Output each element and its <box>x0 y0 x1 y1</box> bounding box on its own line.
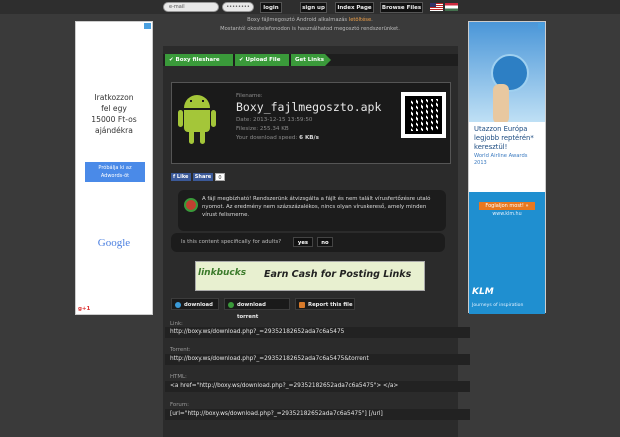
adult-content-question: Is this content specifically for adults?… <box>171 233 445 252</box>
left-ad[interactable]: Iratkozzon fel egy 15000 Ft-os ajándékra Pr… <box>75 21 153 315</box>
qr-code-icon <box>401 92 446 138</box>
ad-text: Iratkozzon fel egy 15000 Ft-os ajándékra <box>91 93 137 135</box>
login-button[interactable]: login <box>260 2 282 13</box>
download-torrent-button[interactable]: download torrent <box>224 298 290 320</box>
linkbucks-banner[interactable]: linkbucks Earn Cash for Posting Links <box>195 261 425 291</box>
html-value[interactable]: <a href="http://boxy.ws/download.php?_=2… <box>170 383 398 389</box>
forum-label: Forum: <box>170 402 189 408</box>
adult-question-text: Is this content specifically for adults? <box>181 239 282 245</box>
tab-get-links[interactable]: Get Links <box>291 54 331 66</box>
index-page-button[interactable]: Index Page <box>335 2 374 13</box>
notice-link[interactable]: letöltése <box>349 17 371 23</box>
torrent-label: Torrent: <box>170 347 191 353</box>
ad-globe-image <box>469 22 545 122</box>
filename: Boxy_fajlmegoszto.apk <box>236 100 382 114</box>
right-ad[interactable]: Utazzon Európa legjobb reptérén* keresztül… <box>468 21 546 314</box>
report-icon <box>299 302 305 308</box>
email-input[interactable]: e-mail <box>163 2 219 12</box>
share-count: 0 <box>215 173 225 181</box>
tab-upload-file[interactable]: ✔ Upload File <box>235 54 289 66</box>
us-flag-icon[interactable] <box>430 3 443 11</box>
adchoices-icon[interactable] <box>144 23 151 29</box>
adchoices-icon[interactable] <box>538 23 544 29</box>
signup-button[interactable]: sign up <box>300 2 327 13</box>
facebook-share-button[interactable]: Share <box>193 173 213 181</box>
hungarian-flag-icon[interactable] <box>445 3 458 11</box>
klm-tagline: Journeys of inspiration <box>472 303 524 308</box>
download-speed: 6 KB/s <box>299 135 319 141</box>
virus-scan-text: A fájl megbízható! Rendszerünk átvizsgál… <box>202 196 431 218</box>
klm-logo: KLM <box>472 287 494 297</box>
adult-yes-button[interactable]: yes <box>293 237 313 247</box>
klm-panel: Foglaljon most! » www.klm.hu KLM Journey… <box>469 192 545 314</box>
download-icon <box>175 302 181 308</box>
adwords-button[interactable]: Próbálja ki az Adwords-öt <box>85 162 145 182</box>
shield-check-icon <box>184 198 198 212</box>
book-now-button[interactable]: Foglaljon most! » <box>479 202 535 210</box>
virus-scan-notice: A fájl megbízható! Rendszerünk átvizsgál… <box>178 190 446 231</box>
password-input[interactable]: •••••••• <box>222 2 254 12</box>
html-label: HTML: <box>170 374 187 380</box>
link-value[interactable]: http://boxy.ws/download.php?_=2935218265… <box>170 329 344 335</box>
banner-text: Earn Cash for Posting Links <box>264 269 412 280</box>
forum-value[interactable]: [url="http://boxy.ws/download.php?_=2935… <box>170 411 383 417</box>
file-meta: Date: 2013-12-15 13:59:50 Filesize: 255.… <box>236 117 319 141</box>
report-file-button[interactable]: Report this file <box>295 298 355 310</box>
gplus-icon[interactable]: g+1 <box>78 306 90 312</box>
link-label: Link: <box>170 321 183 327</box>
torrent-icon <box>228 302 234 308</box>
app-notice: Boxy fájlmegosztó Android alkalmazás let… <box>247 17 373 23</box>
torrent-value[interactable]: http://boxy.ws/download.php?_=2935218265… <box>170 356 369 362</box>
filename-label: Filename: <box>236 93 263 99</box>
tab-boxy-fileshare[interactable]: ✔ Boxy fileshare <box>165 54 233 66</box>
app-notice-line2: Mostantól okostelefonodon is használhato… <box>220 26 400 32</box>
klm-url[interactable]: www.klm.hu <box>469 212 545 217</box>
google-logo: Google <box>97 237 131 249</box>
download-button[interactable]: download <box>171 298 219 310</box>
linkbucks-logo: linkbucks <box>198 268 247 278</box>
file-info-box: Filename: Boxy_fajlmegoszto.apk Date: 20… <box>171 82 451 164</box>
browse-files-button[interactable]: Browse Files <box>380 2 423 13</box>
tab-bar: ✔ Boxy fileshare ✔ Upload File Get Links <box>163 54 458 66</box>
android-icon <box>178 93 216 149</box>
facebook-like-button[interactable]: f Like <box>171 173 191 181</box>
adult-no-button[interactable]: no <box>317 237 333 247</box>
klm-ad-text: Utazzon Európa legjobb reptérén* keresztül… <box>474 125 534 166</box>
